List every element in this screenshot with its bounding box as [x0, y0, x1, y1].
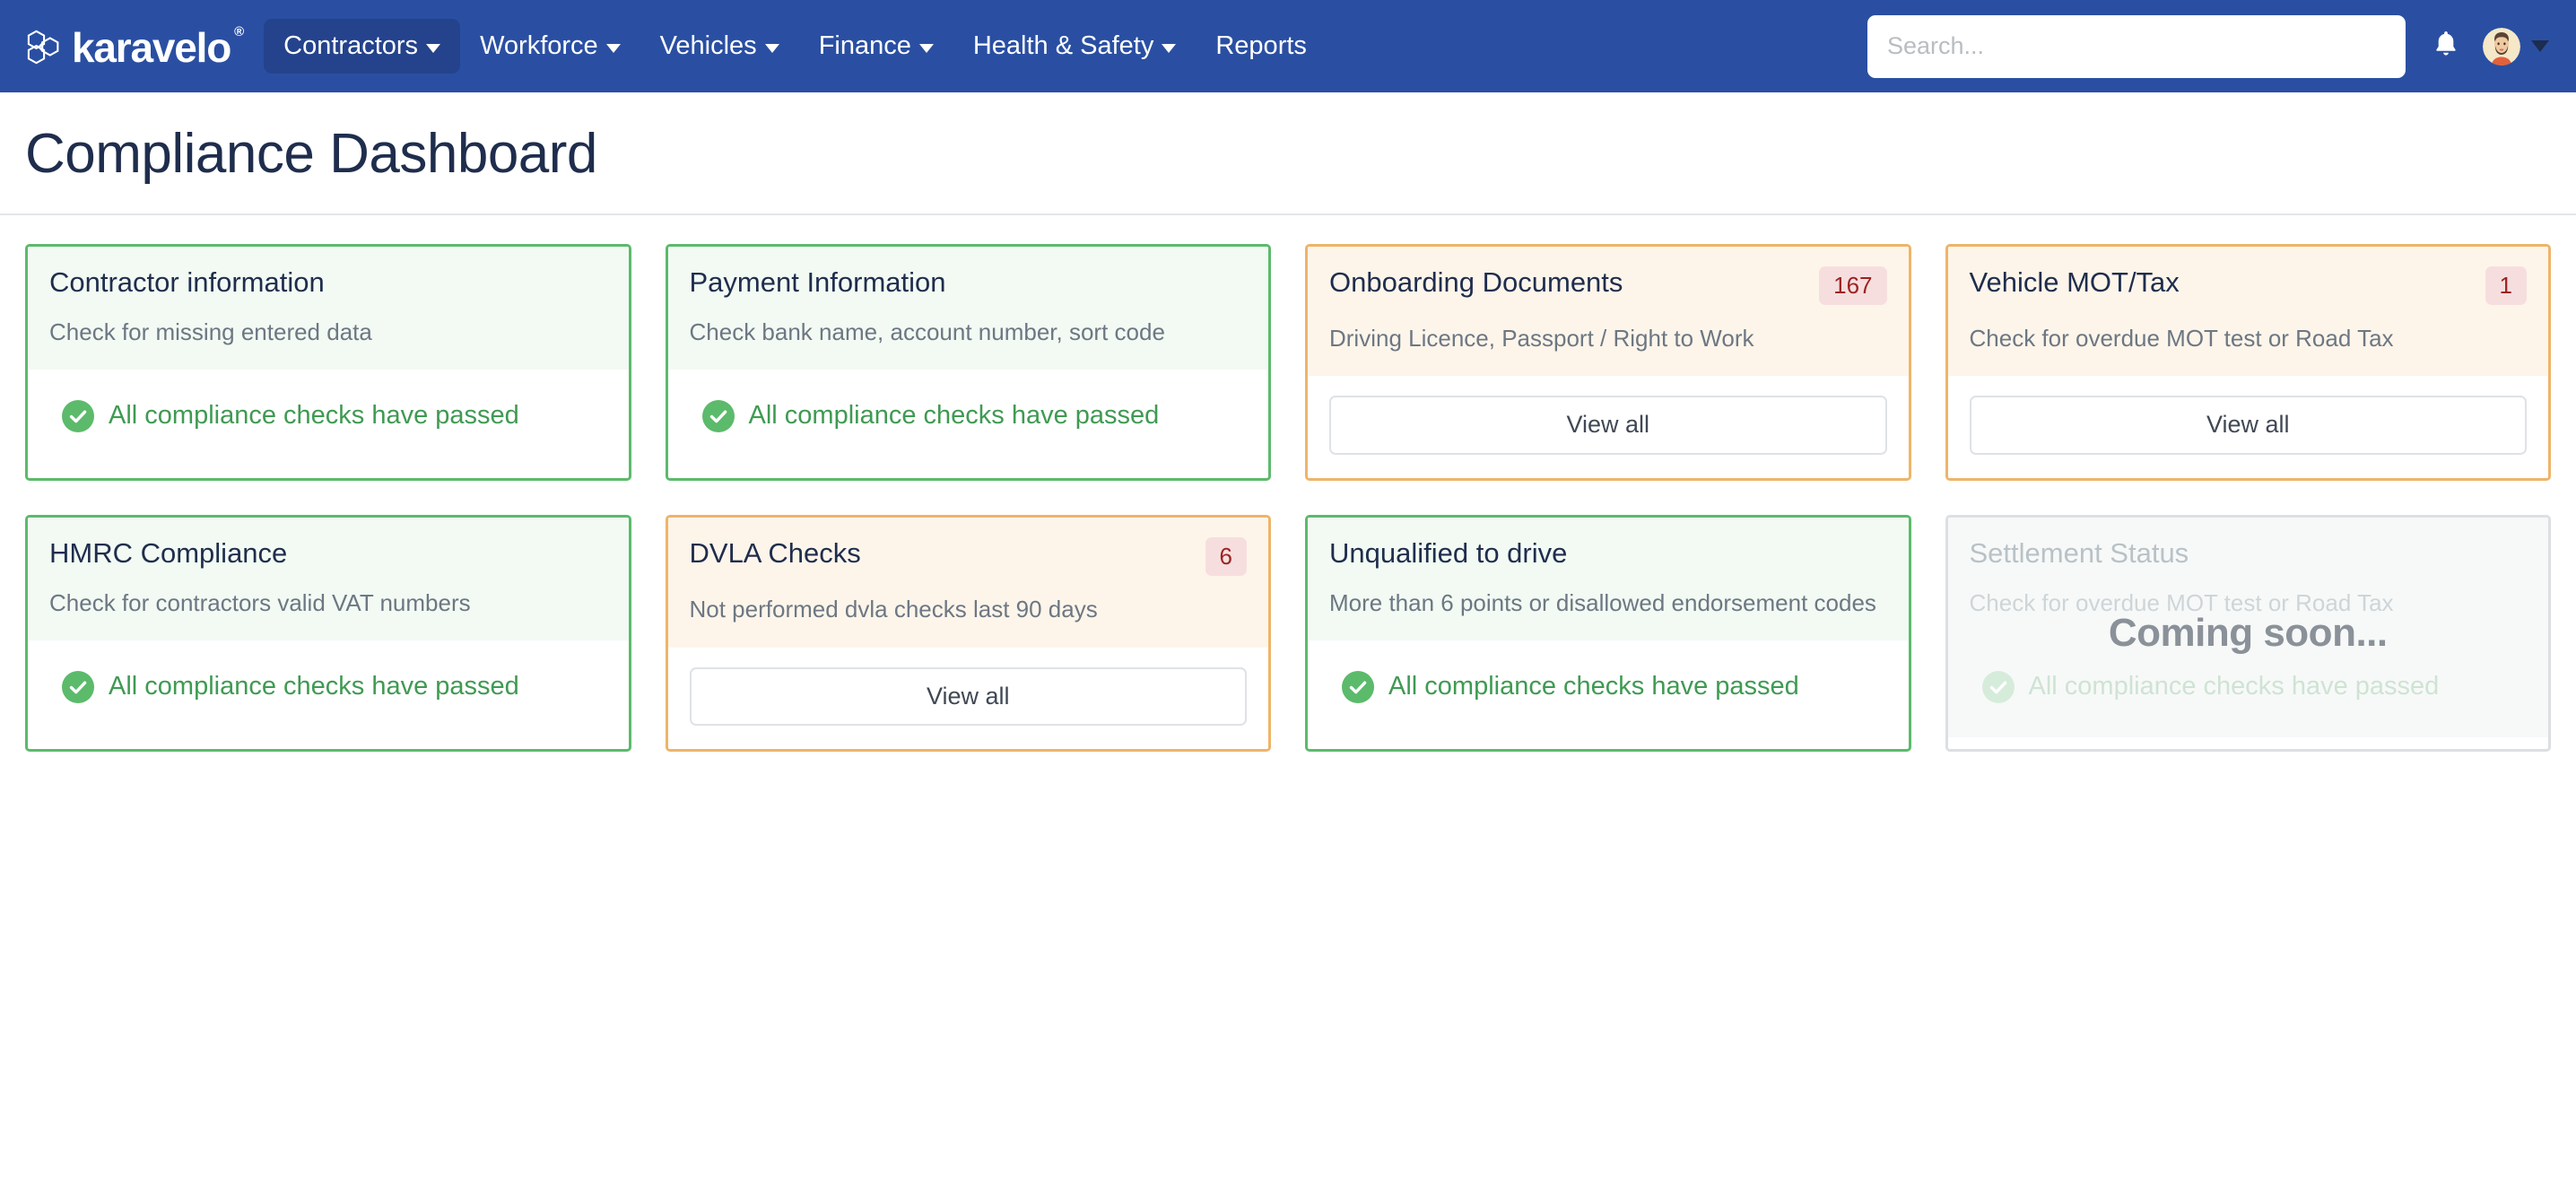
page-header: Compliance Dashboard [0, 92, 2576, 216]
nav-item-contractors[interactable]: Contractors [264, 19, 461, 74]
check-circle-icon [1342, 670, 1374, 703]
card-subtitle: Check for overdue MOT test or Road Tax [1969, 325, 2394, 353]
card-body: View all [1308, 376, 1909, 479]
status-badge: 6 [1205, 537, 1247, 577]
check-circle-icon [701, 399, 735, 432]
status-row: All compliance checks have passed [1970, 670, 2440, 703]
check-circle-icon [62, 399, 94, 432]
top-navigation-bar: karavelo ® Contractors Workforce Vehicle… [0, 0, 2576, 92]
page-title: Compliance Dashboard [25, 123, 597, 185]
card-subtitle: More than 6 points or disallowed endorse… [1329, 588, 1876, 616]
card-title: Settlement Status [1969, 537, 2189, 570]
nav-item-label: Vehicles [659, 31, 757, 60]
status-badge: 167 [1819, 266, 1887, 306]
card-header: Onboarding Documents 167 Driving Licence… [1308, 247, 1909, 377]
card-header: Vehicle MOT/Tax 1 Check for overdue MOT … [1947, 247, 2548, 377]
view-all-button[interactable]: View all [1329, 396, 1887, 456]
card-body: All compliance checks have passed [28, 640, 629, 737]
compliance-card-unqualified-to-drive: Unqualified to drive More than 6 points … [1305, 515, 1911, 753]
card-body: All compliance checks have passed [28, 369, 629, 466]
status-text: All compliance checks have passed [2028, 672, 2440, 701]
status-text: All compliance checks have passed [1388, 672, 1799, 701]
status-row: All compliance checks have passed [690, 399, 1160, 432]
card-body: All compliance checks have passed [1947, 640, 2548, 737]
chevron-down-icon [918, 43, 934, 53]
status-row: All compliance checks have passed [49, 670, 519, 703]
chevron-down-icon [426, 43, 441, 53]
nav-item-label: Workforce [480, 31, 598, 60]
card-body: All compliance checks have passed [1308, 640, 1909, 737]
card-header: Contractor information Check for missing… [28, 247, 629, 370]
brand-logo-link[interactable]: karavelo ® [25, 23, 246, 71]
navbar-right-section [1867, 14, 2553, 78]
nav-item-health-and-safety[interactable]: Health & Safety [953, 19, 1197, 74]
view-all-button[interactable]: View all [689, 666, 1247, 727]
nav-item-label: Reports [1215, 31, 1307, 60]
card-title: DVLA Checks [689, 537, 861, 570]
check-circle-icon [1981, 670, 2015, 703]
card-subtitle: Check for contractors valid VAT numbers [49, 588, 471, 616]
compliance-card-settlement-status: Settlement Status Check for overdue MOT … [1945, 515, 2551, 753]
compliance-card-vehicle-mot-tax: Vehicle MOT/Tax 1 Check for overdue MOT … [1945, 244, 2551, 482]
nav-item-workforce[interactable]: Workforce [460, 19, 640, 74]
card-subtitle: Driving Licence, Passport / Right to Wor… [1329, 325, 1754, 353]
status-text: All compliance checks have passed [748, 400, 1160, 430]
card-title: Unqualified to drive [1329, 537, 1568, 570]
check-circle-icon [62, 670, 94, 703]
card-header: Settlement Status Check for overdue MOT … [1947, 518, 2548, 640]
nav-item-label: Health & Safety [972, 31, 1154, 60]
status-text: All compliance checks have passed [109, 672, 519, 701]
card-body: View all [667, 647, 1268, 750]
compliance-card-hmrc-compliance: HMRC Compliance Check for contractors va… [25, 515, 631, 753]
nav-item-label: Finance [818, 31, 911, 60]
status-row: All compliance checks have passed [49, 399, 519, 432]
card-subtitle: Check for missing entered data [49, 318, 372, 345]
nav-item-finance[interactable]: Finance [799, 19, 953, 74]
card-subtitle: Check bank name, account number, sort co… [689, 318, 1165, 345]
card-title: Payment Information [689, 266, 946, 299]
compliance-card-payment-information: Payment Information Check bank name, acc… [665, 244, 1271, 482]
compliance-card-grid: Contractor information Check for missing… [0, 215, 2576, 753]
chevron-down-icon [764, 43, 779, 53]
card-title: HMRC Compliance [49, 537, 288, 570]
view-all-button[interactable]: View all [1969, 396, 2527, 456]
card-header: Payment Information Check bank name, acc… [667, 247, 1268, 370]
chevron-down-icon [605, 43, 621, 53]
card-title: Onboarding Documents [1329, 266, 1623, 299]
brand-name: karavelo [72, 23, 231, 71]
nav-item-label: Contractors [283, 31, 419, 60]
card-subtitle: Not performed dvla checks last 90 days [689, 596, 1098, 623]
card-body: All compliance checks have passed [667, 369, 1268, 466]
card-body: View all [1947, 376, 2548, 479]
main-menu: Contractors Workforce Vehicles Finance H… [264, 19, 1327, 74]
status-text: All compliance checks have passed [109, 400, 519, 430]
notifications-button[interactable] [2416, 17, 2476, 76]
card-header: DVLA Checks 6 Not performed dvla checks … [667, 518, 1268, 648]
hexagon-cluster-logo-icon [25, 28, 66, 65]
bell-icon [2431, 29, 2461, 64]
compliance-card-onboarding-documents: Onboarding Documents 167 Driving Licence… [1305, 244, 1911, 482]
card-header: Unqualified to drive More than 6 points … [1308, 518, 1909, 640]
compliance-card-dvla-checks: DVLA Checks 6 Not performed dvla checks … [665, 515, 1271, 753]
card-title: Vehicle MOT/Tax [1969, 266, 2180, 299]
chevron-down-icon [1162, 43, 1177, 53]
user-menu[interactable] [2483, 27, 2553, 65]
chevron-down-icon [2531, 40, 2549, 52]
card-header: HMRC Compliance Check for contractors va… [28, 518, 629, 640]
nav-item-reports[interactable]: Reports [1196, 19, 1327, 74]
nav-item-vehicles[interactable]: Vehicles [640, 19, 799, 74]
search-input[interactable] [1867, 14, 2406, 78]
status-badge: 1 [2485, 266, 2527, 306]
compliance-card-contractor-information: Contractor information Check for missing… [25, 244, 631, 482]
user-avatar-icon [2483, 27, 2520, 65]
card-subtitle: Check for overdue MOT test or Road Tax [1969, 588, 2394, 616]
status-row: All compliance checks have passed [1329, 670, 1799, 703]
card-title: Contractor information [49, 266, 325, 299]
registered-mark: ® [234, 24, 245, 39]
